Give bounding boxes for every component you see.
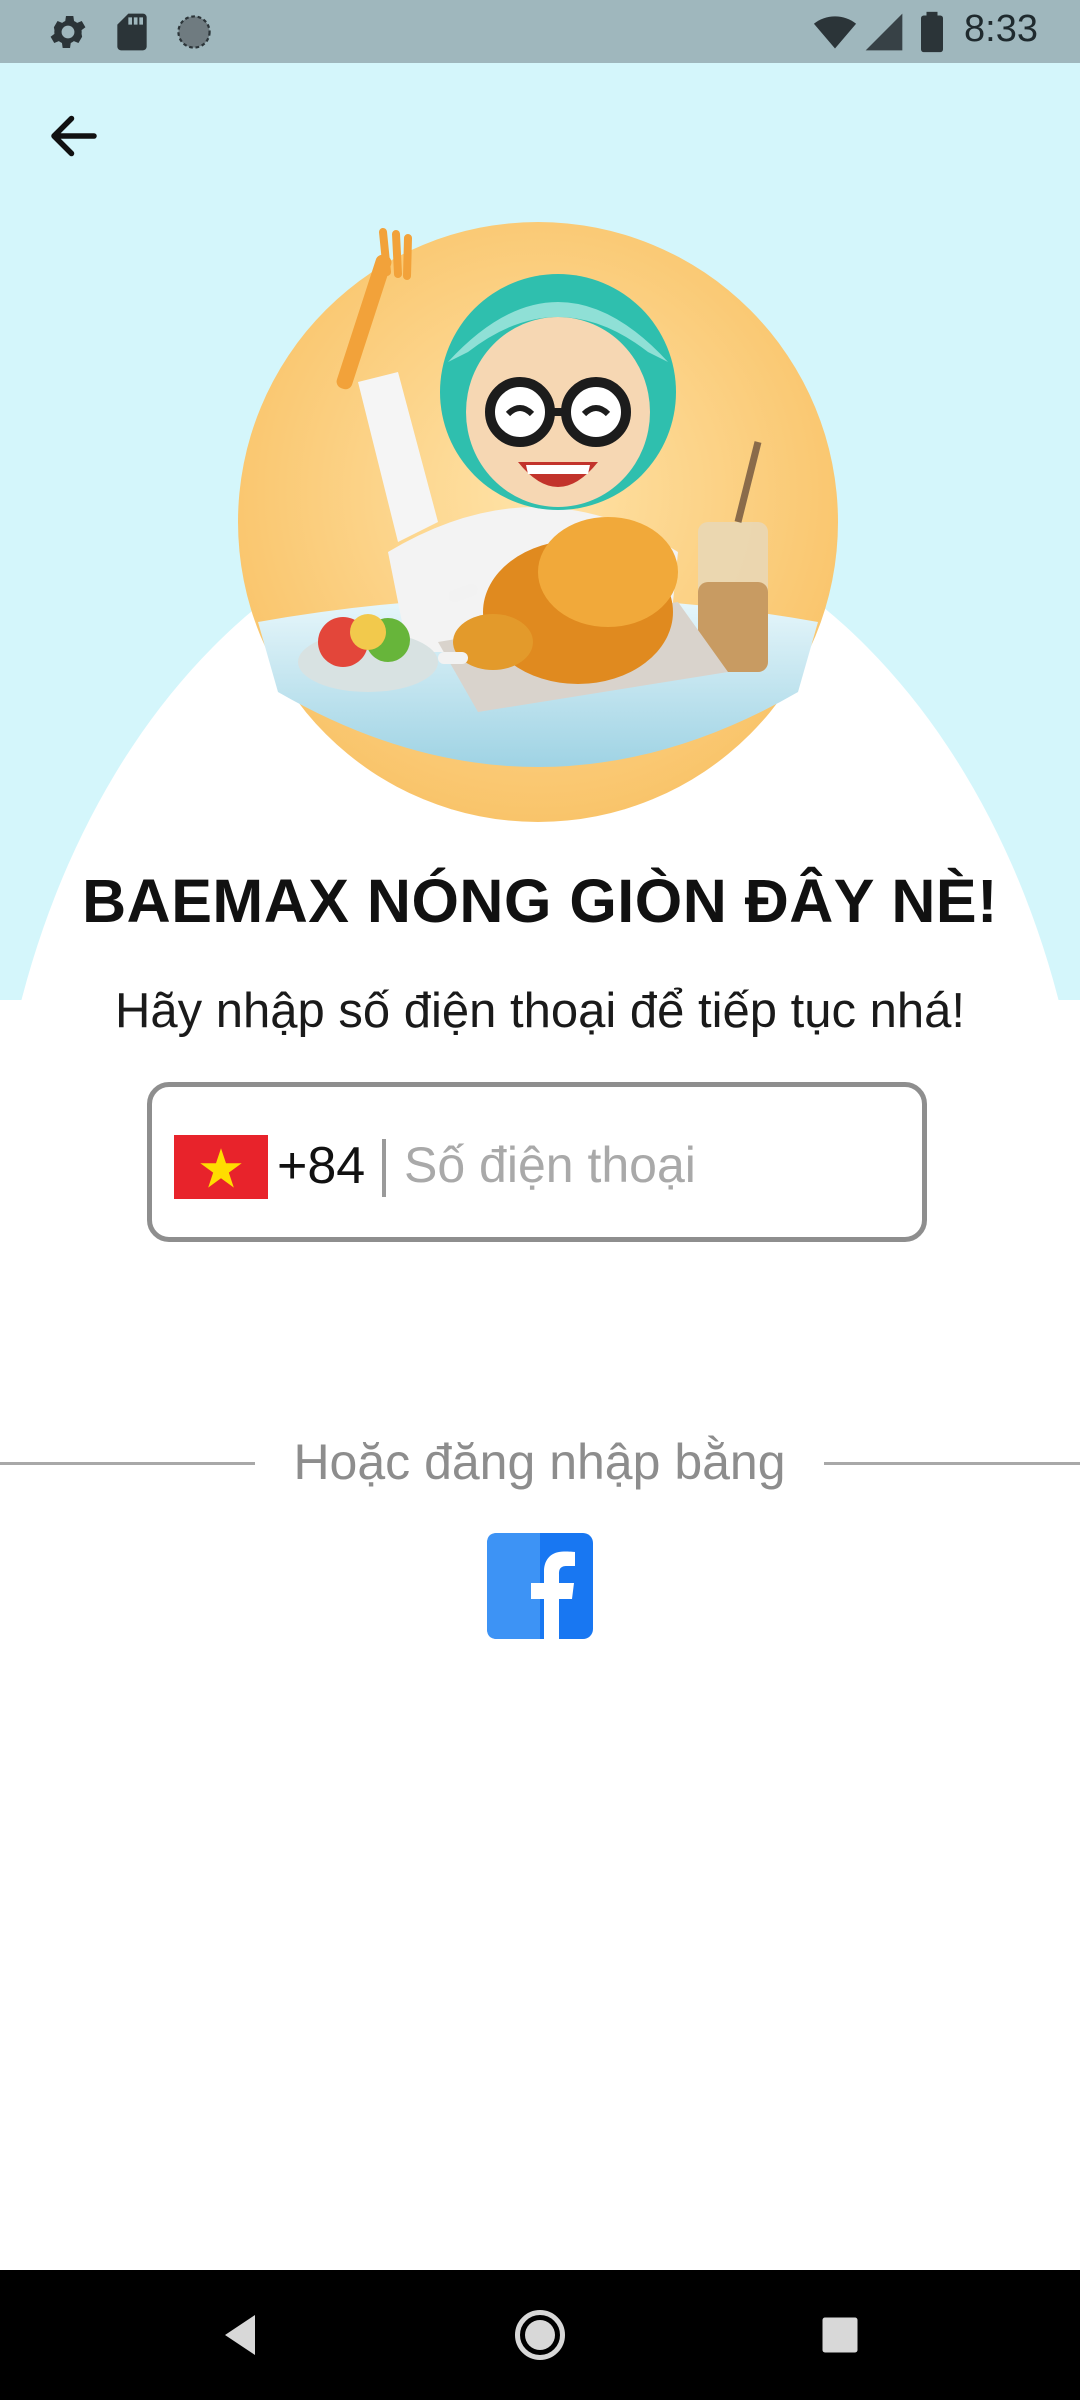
home-circle-icon[interactable] (510, 2305, 570, 2365)
clock-time: 8:33 (964, 8, 1038, 50)
phone-input[interactable] (404, 1125, 904, 1205)
phone-number-field[interactable]: +84 (147, 1082, 927, 1242)
back-triangle-icon[interactable] (210, 2305, 270, 2365)
page-subtitle: Hãy nhập số điện thoại để tiếp tục nhá! (115, 984, 965, 1038)
input-divider (382, 1139, 386, 1197)
battery-icon (921, 11, 943, 53)
cell-signal-icon (865, 13, 903, 51)
mascot-illustration (238, 222, 838, 822)
gear-icon (50, 16, 86, 48)
facebook-login-button[interactable] (487, 1533, 593, 1639)
recents-square-icon[interactable] (810, 2305, 870, 2365)
country-code[interactable]: +84 (277, 1136, 365, 1196)
arrow-left-icon (51, 115, 97, 157)
system-nav-bar (0, 2270, 1080, 2400)
divider-right (824, 1462, 1080, 1465)
back-button[interactable] (38, 100, 110, 172)
vietnam-flag-icon[interactable] (174, 1135, 268, 1199)
alt-login-label: Hoặc đăng nhập bằng (293, 1434, 786, 1490)
page-title: BAEMAX NÓNG GIÒN ĐÂY NÈ! (82, 867, 998, 935)
circle-icon (177, 15, 211, 49)
facebook-icon (487, 1533, 593, 1639)
sd-card-icon (117, 13, 147, 51)
divider-left (0, 1462, 255, 1465)
wifi-icon (813, 16, 857, 49)
status-bar: 8:33 (0, 0, 1080, 63)
